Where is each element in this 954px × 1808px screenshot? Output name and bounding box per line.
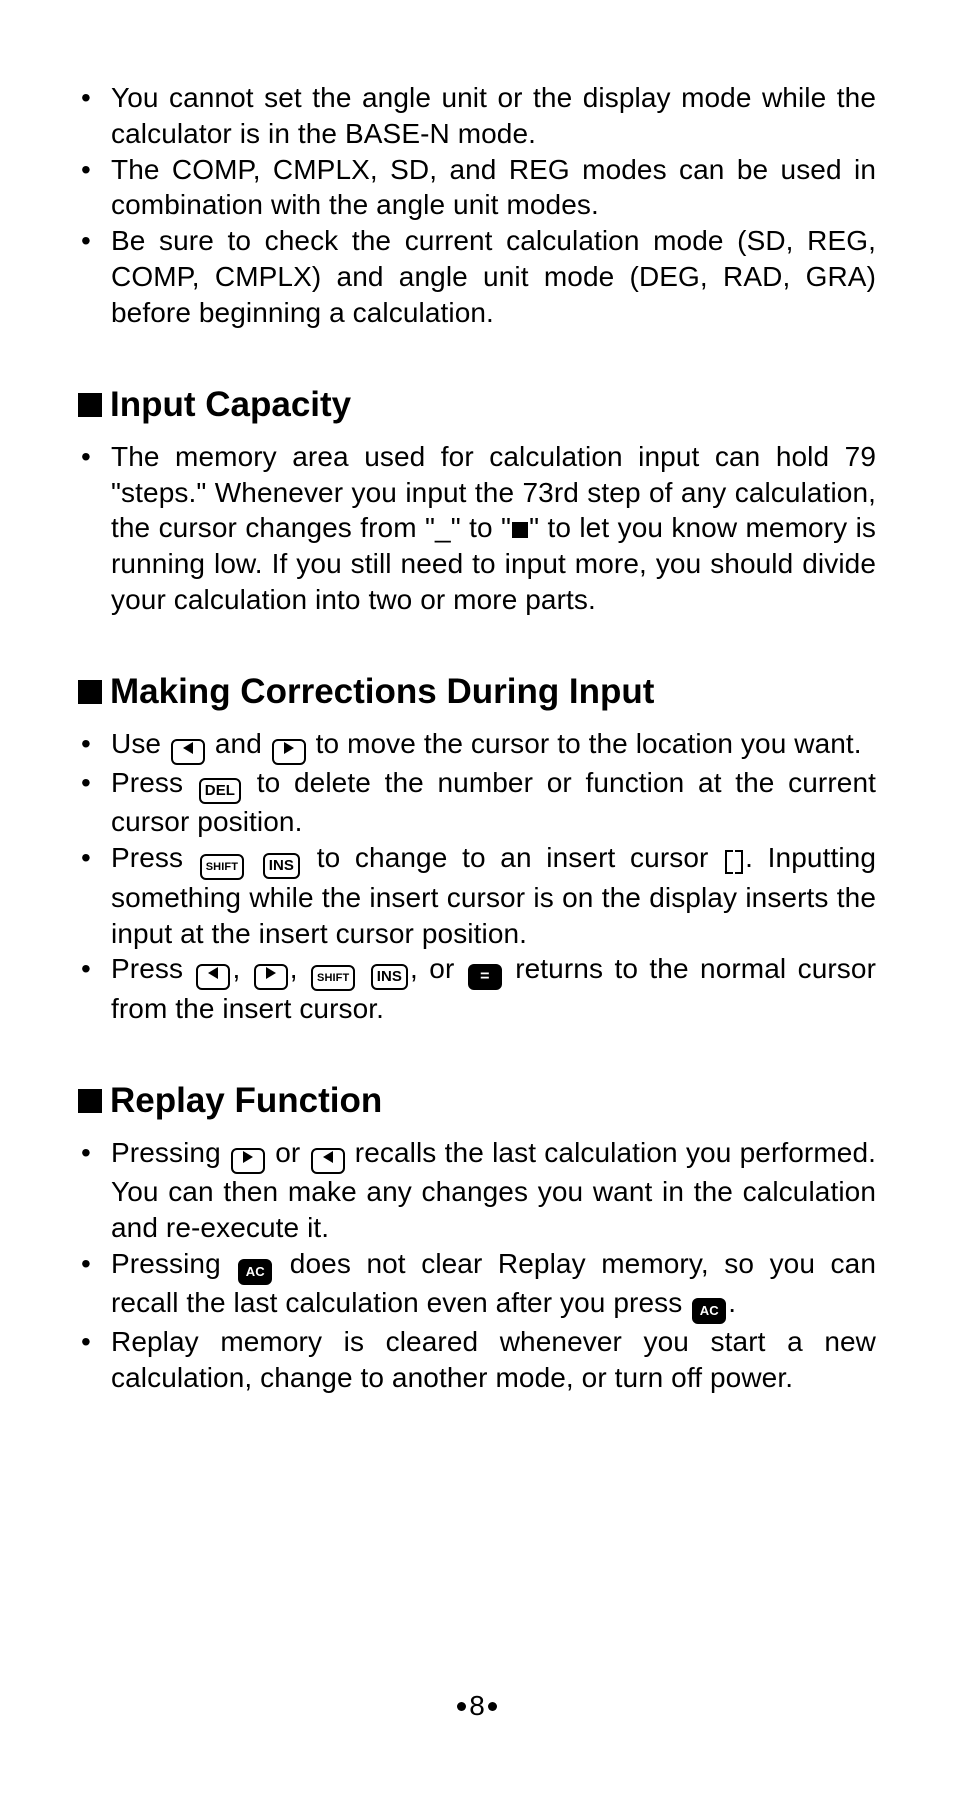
page-footer: 8 [0,1690,954,1722]
list-item: You cannot set the angle unit or the dis… [78,80,876,152]
heading-replay-function: Replay Function [78,1081,876,1121]
footer-dot-icon [457,1702,466,1711]
list-item: Press DEL to delete the number or functi… [78,765,876,840]
ins-key-icon: INS [371,964,408,990]
ac-key-icon: AC [692,1298,726,1324]
text: Press [111,767,197,798]
input-capacity-bullets: The memory area used for calculation inp… [78,439,876,618]
list-item: Press , , SHIFT INS, or = returns to the… [78,951,876,1027]
page-number: 8 [469,1690,485,1721]
text: , [232,953,251,984]
del-key-icon: DEL [199,778,241,804]
list-item: Use and to move the cursor to the locati… [78,726,876,765]
intro-bullets: You cannot set the angle unit or the dis… [78,80,876,331]
list-item: The COMP, CMPLX, SD, and REG modes can b… [78,152,876,224]
list-item: Be sure to check the current calculation… [78,223,876,330]
right-arrow-key-icon [272,739,306,765]
insert-cursor-icon [725,850,743,870]
list-item: Replay memory is cleared whenever you st… [78,1324,876,1396]
text: to move the cursor to the location you w… [308,728,862,759]
right-arrow-key-icon [254,964,288,990]
replay-bullets: Pressing or recalls the last calculation… [78,1135,876,1395]
block-cursor-icon [512,522,528,538]
corrections-bullets: Use and to move the cursor to the locati… [78,726,876,1027]
list-item: Press SHIFT INS to change to an insert c… [78,840,876,952]
text: . [728,1287,736,1318]
list-item: The memory area used for calculation inp… [78,439,876,618]
ins-key-icon: INS [263,853,300,879]
left-arrow-key-icon [196,964,230,990]
text: Pressing [111,1248,236,1279]
heading-making-corrections: Making Corrections During Input [78,672,876,712]
shift-key-icon: SHIFT [311,965,355,991]
text: , or [410,953,466,984]
text: to change to an insert cursor [302,842,723,873]
left-arrow-key-icon [311,1148,345,1174]
text: , [290,953,309,984]
footer-dot-icon [488,1702,497,1711]
list-item: Pressing or recalls the last calculation… [78,1135,876,1246]
ac-key-icon: AC [238,1259,272,1285]
text: Use [111,728,169,759]
heading-input-capacity: Input Capacity [78,385,876,425]
equals-key-icon: = [468,964,502,990]
text: Press [111,953,194,984]
text: and [207,728,270,759]
right-arrow-key-icon [231,1148,265,1174]
list-item: Pressing AC does not clear Replay memory… [78,1246,876,1324]
left-arrow-key-icon [171,739,205,765]
text: or [267,1137,309,1168]
text: Press [111,842,198,873]
shift-key-icon: SHIFT [200,854,244,880]
page-content: You cannot set the angle unit or the dis… [78,80,876,1396]
text: Pressing [111,1137,229,1168]
